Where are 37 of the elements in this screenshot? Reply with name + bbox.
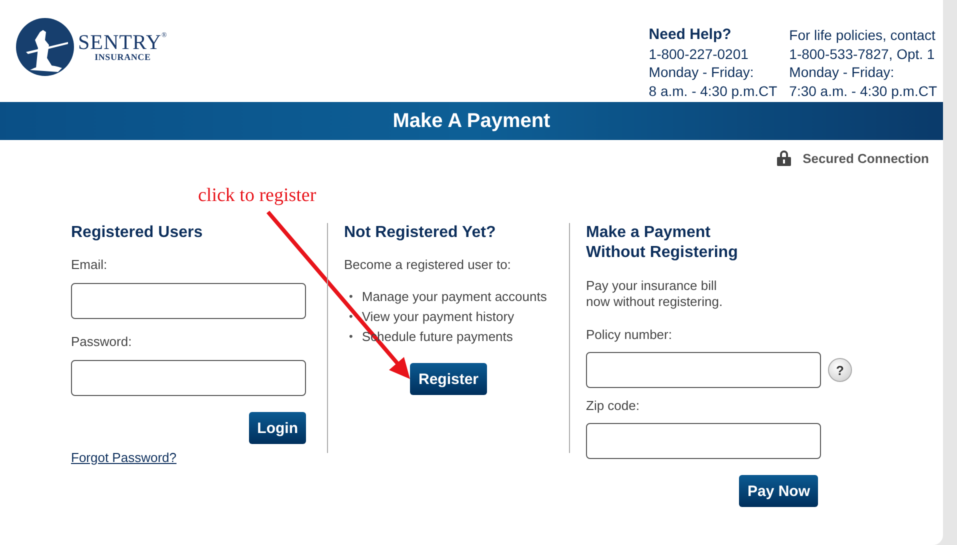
list-bullet: • bbox=[349, 330, 353, 345]
section-heading: Registered Users bbox=[71, 223, 204, 243]
help-text: Monday - Friday: bbox=[648, 63, 755, 82]
list-bullet: • bbox=[349, 310, 353, 325]
zip-code-field[interactable] bbox=[586, 423, 821, 459]
brand-subtitle: INSURANCE bbox=[94, 53, 151, 62]
password-field[interactable] bbox=[71, 360, 306, 396]
help-text: 7:30 a.m. - 4:30 p.m.CT bbox=[789, 82, 937, 100]
email-field[interactable] bbox=[71, 283, 306, 319]
field-label: Policy number: bbox=[586, 327, 673, 343]
help-text: 1-800-533-7827, Opt. 1 bbox=[789, 44, 936, 63]
list-bullet: • bbox=[349, 290, 353, 305]
help-text: 1-800-227-0201 bbox=[648, 44, 750, 63]
section-heading: Make a Payment Without Registering bbox=[586, 223, 739, 263]
forgot-password-link[interactable]: Forgot Password? bbox=[71, 450, 306, 465]
help-text: 8 a.m. - 4:30 p.m.CT bbox=[648, 82, 778, 100]
register-button[interactable]: Register bbox=[410, 363, 487, 395]
help-text: Monday - Friday: bbox=[789, 63, 896, 82]
pay-now-button[interactable]: Pay Now bbox=[739, 475, 818, 507]
page-title: Make A Payment bbox=[392, 110, 550, 132]
help-text: For life policies, contact bbox=[789, 26, 936, 44]
field-label: Email: bbox=[71, 257, 108, 273]
section-heading: Not Registered Yet? bbox=[344, 223, 497, 243]
field-label: Password: bbox=[71, 334, 133, 350]
annotation-text: click to register bbox=[198, 185, 316, 207]
list-item: View your payment history bbox=[362, 308, 514, 326]
soldier-logo-icon bbox=[16, 18, 74, 76]
intro-text: Become a registered user to: bbox=[344, 257, 512, 273]
field-label: Zip code: bbox=[586, 398, 640, 414]
intro-text: Pay your insurance bill now without registering. bbox=[586, 278, 724, 310]
login-button[interactable]: Login bbox=[249, 412, 306, 444]
help-heading: Need Help? bbox=[648, 26, 732, 44]
policy-number-field[interactable] bbox=[586, 352, 821, 388]
help-button[interactable]: ? bbox=[828, 358, 852, 382]
lock-icon bbox=[776, 150, 791, 166]
secure-label: Secured Connection bbox=[802, 150, 929, 166]
list-item: Manage your payment accounts bbox=[362, 288, 547, 306]
